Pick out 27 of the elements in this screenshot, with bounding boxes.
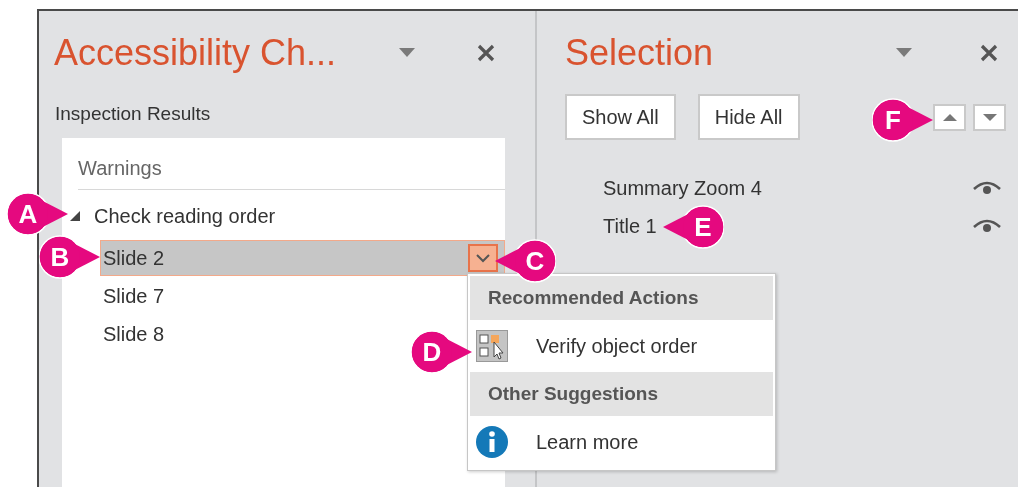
dropdown-arrow-icon xyxy=(896,48,912,58)
menu-item[interactable]: Verify object order xyxy=(470,320,773,372)
tree-group-label[interactable]: Check reading order xyxy=(94,204,276,228)
eye-icon[interactable] xyxy=(972,180,1002,196)
tree-item[interactable]: Slide 2 xyxy=(100,240,505,276)
chevron-down-icon xyxy=(476,253,490,263)
menu-section-heading: Recommended Actions xyxy=(470,276,773,320)
send-backward-button[interactable] xyxy=(973,103,1006,131)
toolbar-button[interactable]: Hide All xyxy=(697,94,800,140)
object-name[interactable]: Title 1 xyxy=(603,214,657,238)
dropdown-button[interactable] xyxy=(468,244,498,272)
section-label: Inspection Results xyxy=(55,103,212,125)
bring-forward-button[interactable] xyxy=(933,103,966,131)
dropdown-arrow-icon xyxy=(399,48,415,58)
pane-title: Selection xyxy=(565,31,715,75)
collapse-triangle-icon[interactable] xyxy=(70,211,80,221)
list-heading: Warnings xyxy=(78,138,505,190)
object-name[interactable]: Summary Zoom 4 xyxy=(603,176,762,200)
eye-icon[interactable] xyxy=(972,218,1002,234)
info-icon xyxy=(476,426,508,458)
menu-section-heading: Other Suggestions xyxy=(470,372,773,416)
object-order-icon xyxy=(476,330,508,362)
toolbar-button[interactable]: Show All xyxy=(565,94,676,140)
close-icon xyxy=(477,44,495,62)
close-icon xyxy=(980,44,998,62)
pane-title: Accessibility Ch... xyxy=(54,31,338,75)
menu-item[interactable]: Learn more xyxy=(470,416,773,468)
